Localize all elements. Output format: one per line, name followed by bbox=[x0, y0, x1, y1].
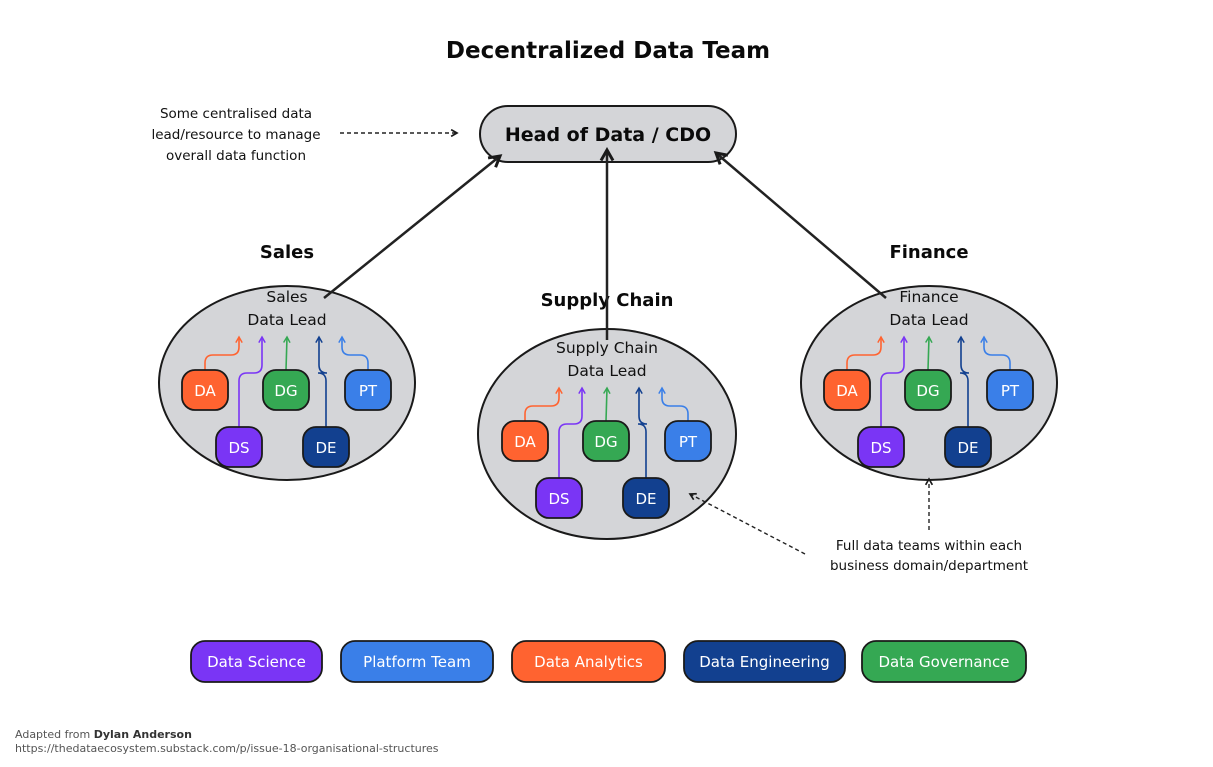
badge-label: PT bbox=[1001, 382, 1020, 400]
legend: Data Science Platform Team Data Analytics D… bbox=[190, 640, 1027, 683]
credit-url: https://thedataecosystem.substack.com/p/… bbox=[15, 742, 439, 755]
teams-annotation: Full data teams within each business dom… bbox=[688, 477, 1028, 574]
data-lead-label-line-1: Sales bbox=[266, 288, 307, 306]
badge-ds: DS bbox=[535, 477, 583, 519]
legend-label: Platform Team bbox=[363, 653, 471, 671]
badge-label: DE bbox=[315, 439, 336, 457]
sales-to-head-arrow bbox=[323, 154, 503, 299]
badge-label: DS bbox=[548, 490, 569, 508]
data-lead-label-line-1: Supply Chain bbox=[556, 339, 658, 357]
teams-dashed-arrow-left bbox=[688, 492, 806, 555]
legend-item-de: Data Engineering bbox=[683, 640, 846, 683]
department-title: Sales bbox=[260, 242, 314, 263]
badge-de: DE bbox=[944, 426, 992, 468]
centralised-note-line-1: Some centralised data bbox=[160, 106, 312, 122]
credit-line: Adapted from Dylan Anderson bbox=[15, 728, 192, 741]
badge-label: DA bbox=[836, 382, 858, 400]
badge-de: DE bbox=[302, 426, 350, 468]
badge-pt: PT bbox=[344, 369, 392, 411]
credit-prefix: Adapted from bbox=[15, 728, 94, 741]
badge-label: DS bbox=[870, 439, 891, 457]
org-diagram: Decentralized Data Team Sales Sales Data L… bbox=[15, 38, 1058, 755]
badge-pt: PT bbox=[664, 420, 712, 462]
badge-label: DA bbox=[514, 433, 536, 451]
badge-de: DE bbox=[622, 477, 670, 519]
legend-item-ds: Data Science bbox=[190, 640, 323, 683]
member-arrow-dg bbox=[283, 335, 291, 371]
teams-note-line-2: business domain/department bbox=[830, 558, 1028, 574]
teams-note-line-1: Full data teams within each bbox=[836, 538, 1022, 554]
diagram-title: Decentralized Data Team bbox=[446, 38, 770, 64]
centralised-note-line-2: lead/resource to manage bbox=[151, 127, 320, 143]
head-of-data-label: Head of Data / CDO bbox=[505, 124, 711, 146]
centralised-note-line-3: overall data function bbox=[166, 148, 306, 164]
legend-item-da: Data Analytics bbox=[511, 640, 666, 683]
badge-label: PT bbox=[359, 382, 378, 400]
credit-author: Dylan Anderson bbox=[94, 728, 192, 741]
badge-label: DE bbox=[957, 439, 978, 457]
badge-ds: DS bbox=[857, 426, 905, 468]
badge-label: DE bbox=[635, 490, 656, 508]
member-arrow-dg bbox=[925, 335, 933, 371]
legend-item-pt: Platform Team bbox=[340, 640, 494, 683]
data-lead-label-line-1: Finance bbox=[899, 288, 958, 306]
legend-label: Data Analytics bbox=[534, 653, 643, 671]
legend-label: Data Engineering bbox=[699, 653, 830, 671]
centralised-annotation: Some centralised data lead/resource to m… bbox=[151, 106, 459, 164]
badge-label: PT bbox=[679, 433, 698, 451]
badge-label: DA bbox=[194, 382, 216, 400]
member-arrow-dg bbox=[603, 386, 611, 422]
badge-dg: DG bbox=[904, 369, 952, 411]
finance-to-head-arrow bbox=[713, 151, 887, 299]
badge-da: DA bbox=[501, 420, 549, 462]
badge-dg: DG bbox=[582, 420, 630, 462]
department-sales: Sales Sales Data Lead DA DG PT DS DE bbox=[158, 242, 416, 481]
legend-label: Data Science bbox=[207, 653, 306, 671]
data-lead-label-line-2: Data Lead bbox=[567, 362, 646, 380]
badge-label: DG bbox=[274, 382, 297, 400]
badge-da: DA bbox=[181, 369, 229, 411]
department-title: Finance bbox=[889, 242, 968, 263]
badge-ds: DS bbox=[215, 426, 263, 468]
badge-da: DA bbox=[823, 369, 871, 411]
data-lead-label-line-2: Data Lead bbox=[247, 311, 326, 329]
badge-label: DG bbox=[594, 433, 617, 451]
badge-dg: DG bbox=[262, 369, 310, 411]
data-lead-label-line-2: Data Lead bbox=[889, 311, 968, 329]
badge-label: DS bbox=[228, 439, 249, 457]
legend-label: Data Governance bbox=[878, 653, 1009, 671]
department-finance: Finance Finance Data Lead DA DG PT DS DE bbox=[800, 242, 1058, 481]
legend-item-dg: Data Governance bbox=[861, 640, 1027, 683]
badge-pt: PT bbox=[986, 369, 1034, 411]
badge-label: DG bbox=[916, 382, 939, 400]
